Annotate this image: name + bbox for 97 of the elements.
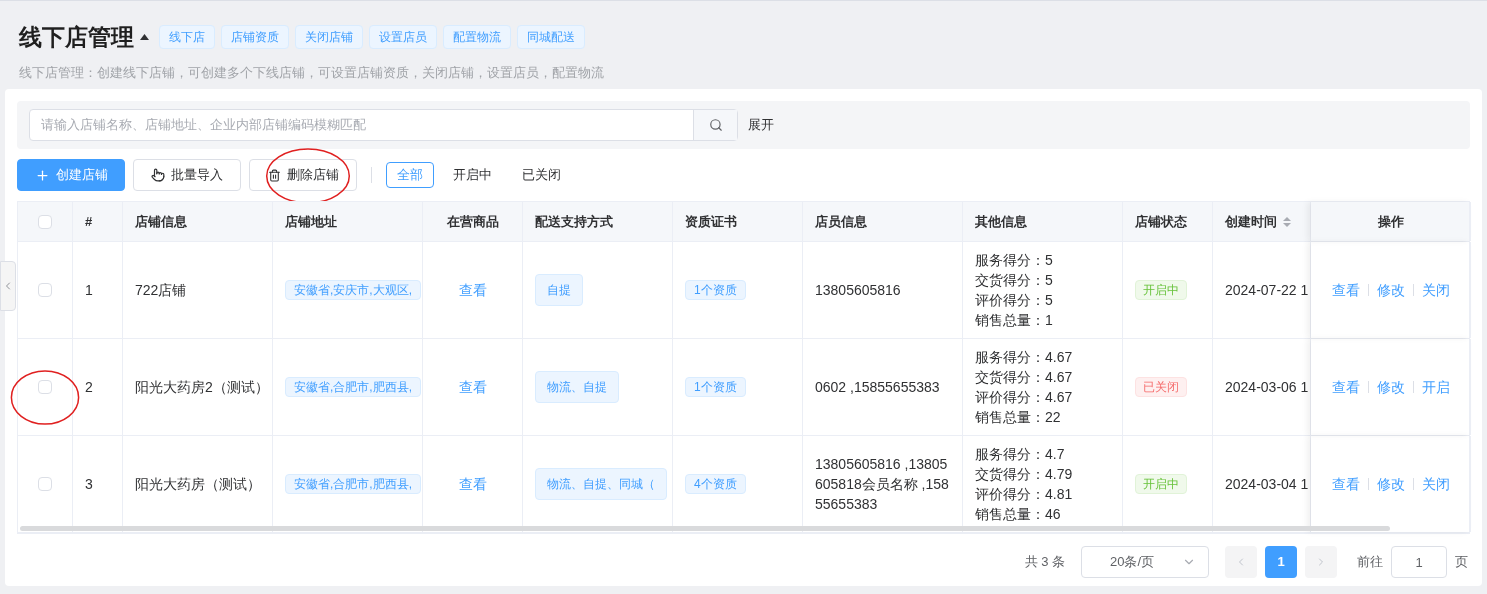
table-cell-text: 交货得分：4.67 [975,368,1073,387]
page-input[interactable]: 1 [1391,546,1447,578]
table-cell-text: 服务得分：5 [975,251,1053,270]
table-cell-text: 评价得分：4.81 [975,485,1073,504]
table-cell-text: 交货得分：5 [975,271,1053,290]
status-tag: 已关闭 [1135,377,1187,397]
checkbox[interactable] [38,283,52,297]
status-tag: 开启中 [1135,280,1187,300]
delivery-tag: 自提 [535,274,583,306]
filter-tab[interactable]: 已关闭 [511,162,572,188]
certificate-tag[interactable]: 4个资质 [685,474,746,494]
checkbox[interactable] [38,477,52,491]
total-count: 共 3 条 [1024,553,1065,572]
column-header: 店员信息 [815,212,867,231]
next-page-button[interactable] [1305,546,1337,578]
table-cell-text: 服务得分：4.7 [975,445,1065,464]
goto-label: 前往 [1357,553,1383,572]
table-cell-text: 阳光大药房（测试） [135,474,261,494]
hand-pointer-icon [151,168,165,182]
column-header: 店铺状态 [1135,212,1187,231]
column-header[interactable]: 创建时间 [1225,211,1277,232]
action-link[interactable]: 查看 [1331,473,1360,495]
table-cell-text: 0602 ,15855655383 [815,378,940,397]
column-header: 店铺地址 [285,212,337,231]
table-cell-text: 13805605816 [815,281,901,300]
delivery-tag: 物流、自提 [535,371,619,403]
delivery-tag: 物流、自提、同城（ [535,468,667,500]
table-cell-text: 1 [85,280,93,300]
filter-tab[interactable]: 全部 [386,162,434,188]
search-button[interactable] [693,110,737,140]
collapse-side-tab[interactable] [0,261,16,311]
table-cell-text: 2024-07-22 1 [1225,280,1309,300]
table-cell-text: 评价得分：5 [975,291,1053,310]
column-header: 操作 [1377,212,1404,231]
table-cell-text: 2024-03-04 1 [1225,474,1309,494]
view-goods-link[interactable]: 查看 [458,279,487,301]
checkbox[interactable] [38,214,52,229]
checkbox[interactable] [38,380,52,394]
search-icon [708,118,723,132]
action-link[interactable]: 修改 [1376,473,1405,495]
table-cell-text: 2024-03-06 1 [1225,377,1309,397]
column-header: 其他信息 [975,212,1027,231]
tag-link[interactable]: 关闭店铺 [295,25,363,50]
caret-up-icon[interactable] [140,34,149,41]
page-description: 线下店管理：创建线下店铺，可创建多个下线店铺，可设置店铺资质，关闭店铺，设置店员，配置物流 [19,63,605,82]
horizontal-scrollbar[interactable] [20,526,1390,531]
table-cell-text: 销售总量：46 [975,505,1061,524]
tag-link[interactable]: 店铺资质 [221,25,289,50]
page-number[interactable]: 1 [1265,546,1297,578]
tag-link[interactable]: 配置物流 [443,25,511,50]
expand-link[interactable]: 展开 [748,115,774,135]
plus-icon [34,167,50,183]
action-link[interactable]: 查看 [1331,279,1360,301]
column-header: 店铺信息 [135,212,187,231]
column-header: 在营商品 [446,212,499,231]
certificate-tag[interactable]: 1个资质 [685,377,746,397]
tag-link[interactable]: 线下店 [159,25,215,50]
view-goods-link[interactable]: 查看 [458,376,487,398]
table-cell-text: 服务得分：4.67 [975,348,1073,367]
search-box[interactable]: 请输入店铺名称、店铺地址、企业内部店铺编码模糊匹配 [29,109,738,141]
trash-icon [267,168,281,182]
address-tag: 安徽省,合肥市,肥西县, [285,377,421,397]
table-cell-text: 阳光大药房2（测试） [135,377,269,397]
column-header: 资质证书 [685,212,737,231]
filter-tab[interactable]: 开启中 [442,162,503,188]
search-field[interactable]: 请输入店铺名称、店铺地址、企业内部店铺编码模糊匹配 [30,115,693,135]
toolbar-button[interactable]: 批量导入 [133,159,241,191]
page-size-select[interactable]: 20条/页 [1081,546,1209,578]
status-tag: 开启中 [1135,474,1187,494]
table-cell-text: 13805605816 ,13805605818会员名称 ,15855655383 [815,455,950,514]
sort-icon[interactable] [1283,215,1291,228]
page-unit: 页 [1455,553,1468,572]
tag-link[interactable]: 同城配送 [517,25,585,50]
table-cell-text: 722店铺 [135,280,187,300]
action-link[interactable]: 修改 [1376,279,1405,301]
certificate-tag[interactable]: 1个资质 [685,280,746,300]
table-cell-text: 交货得分：4.79 [975,465,1073,484]
table-cell-text: 销售总量：22 [975,408,1061,427]
table-cell-text: 评价得分：4.67 [975,388,1073,407]
table-cell-text: 2 [85,377,93,397]
view-goods-link[interactable]: 查看 [458,473,487,495]
column-header: # [85,212,93,231]
tag-link[interactable]: 设置店员 [369,25,437,50]
table-cell-text: 3 [85,474,93,494]
action-link[interactable]: 关闭 [1421,473,1450,495]
address-tag: 安徽省,安庆市,大观区, [285,280,421,300]
action-link[interactable]: 开启 [1421,376,1450,398]
address-tag: 安徽省,合肥市,肥西县, [285,474,421,494]
toolbar-button[interactable]: 创建店铺 [17,159,125,191]
action-link[interactable]: 查看 [1331,376,1360,398]
previous-page-button[interactable] [1225,546,1257,578]
column-header: 配送支持方式 [535,212,613,231]
action-link[interactable]: 修改 [1376,376,1405,398]
action-link[interactable]: 关闭 [1421,279,1450,301]
table-cell-text: 销售总量：1 [975,311,1053,330]
page-title: 线下店管理 [19,23,134,52]
toolbar-button[interactable]: 删除店铺 [249,159,357,191]
